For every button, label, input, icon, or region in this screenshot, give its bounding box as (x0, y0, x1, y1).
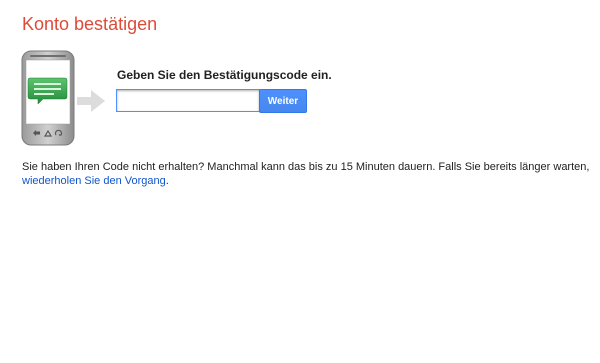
instruction-label: Geben Sie den Bestätigungscode ein. (117, 68, 332, 82)
page-title: Konto bestätigen (22, 14, 158, 34)
help-suffix: . (165, 175, 169, 187)
retry-link[interactable]: wiederholen Sie den Vorgang (22, 175, 166, 187)
weiter-button[interactable]: Weiter (259, 89, 307, 113)
arrow-right-icon (77, 90, 105, 112)
verify-account-page: Konto bestätigen Geben Sie den Bestätigu… (0, 0, 600, 363)
help-text: Sie haben Ihren Code nicht erhalten? Man… (22, 160, 592, 188)
help-message: Sie haben Ihren Code nicht erhalten? Man… (22, 161, 590, 173)
phone-message-icon (21, 50, 75, 146)
verification-code-input[interactable] (116, 89, 260, 112)
